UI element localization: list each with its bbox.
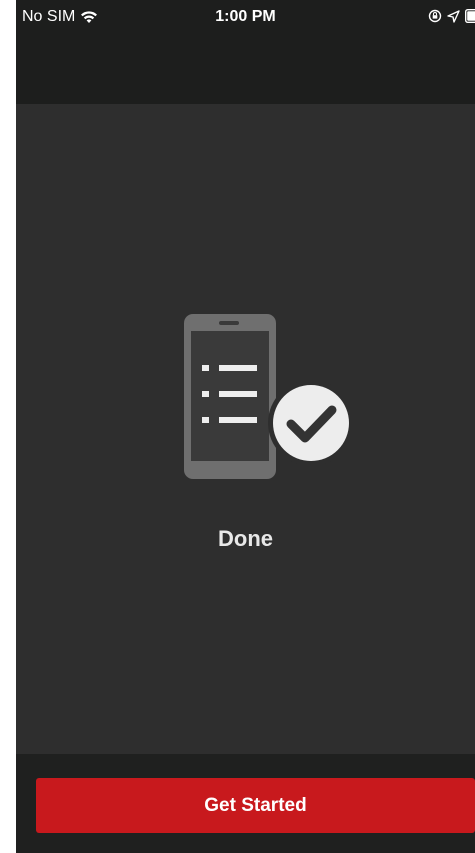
status-right	[428, 9, 475, 23]
status-bar: No SIM 1:00 PM	[16, 0, 475, 34]
app-screen: No SIM 1:00 PM Done Get Started	[16, 0, 475, 853]
battery-icon	[465, 9, 475, 23]
phone-checklist-with-checkmark-icon	[184, 314, 354, 484]
main-content: Done	[16, 104, 475, 754]
footer-bar: Get Started	[16, 754, 475, 853]
status-time: 1:00 PM	[215, 8, 276, 25]
orientation-lock-icon	[428, 9, 442, 23]
navigation-bar: No SIM 1:00 PM	[16, 0, 475, 104]
location-arrow-icon	[447, 9, 460, 23]
done-status-text: Done	[218, 526, 273, 551]
get-started-button[interactable]: Get Started	[36, 778, 475, 833]
